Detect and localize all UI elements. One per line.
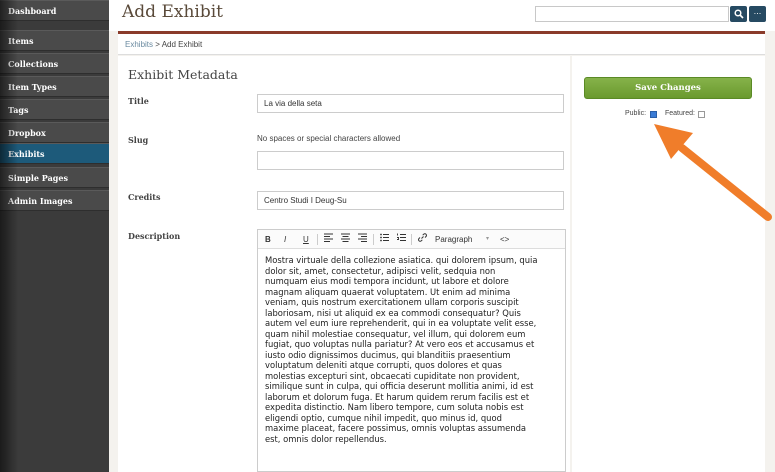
italic-button[interactable]: I [284,233,286,246]
bullet-list-button[interactable] [380,233,389,246]
breadcrumb-current: Add Exhibit [161,40,203,49]
more-options-button[interactable]: ... [749,6,766,22]
breadcrumb-exhibits-link[interactable]: Exhibits [125,40,153,49]
bold-button[interactable]: B [265,233,271,246]
editor-toolbar: B I U Paragraph ▾ <> [258,230,565,249]
sidebar-item-admin-images[interactable]: Admin Images [0,190,109,211]
title-field[interactable]: La via della seta [257,94,564,113]
featured-label: Featured: [665,110,695,117]
save-changes-button[interactable]: Save Changes [584,77,752,99]
align-right-button[interactable] [358,233,367,246]
title-label: Title [128,96,149,106]
description-label: Description [128,231,181,241]
source-code-button[interactable]: <> [500,233,509,246]
credits-field[interactable]: Centro Studi I Deug-Su [257,191,564,210]
link-icon [418,233,427,242]
breadcrumb-separator: > [153,40,162,49]
page-title: Add Exhibit [122,2,223,22]
sidebar-item-items[interactable]: Items [0,30,109,51]
sidebar-item-simple-pages[interactable]: Simple Pages [0,167,109,188]
featured-checkbox[interactable] [698,111,705,118]
slug-label: Slug [128,135,149,145]
numbered-list-icon [397,233,406,241]
credits-label: Credits [128,192,161,202]
bullet-list-icon [380,233,389,242]
search-input[interactable] [535,6,729,22]
public-checkbox[interactable] [650,111,657,118]
search-icon [733,9,744,19]
toolbar-divider [317,234,318,245]
format-select[interactable]: Paragraph [435,233,472,246]
align-left-icon [324,233,333,242]
toolbar-divider [411,234,412,245]
breadcrumb: Exhibits > Add Exhibit [118,34,765,55]
sidebar-item-collections[interactable]: Collections [0,53,109,74]
sidebar-item-dropbox[interactable]: Dropbox [0,122,109,143]
format-select-value: Paragraph [435,235,473,244]
align-center-icon [341,233,350,242]
underline-button[interactable]: U [303,233,309,246]
slug-field[interactable] [257,151,564,170]
align-left-button[interactable] [324,233,333,246]
side-panel [572,56,765,472]
sidebar-item-tags[interactable]: Tags [0,99,109,120]
numbered-list-button[interactable] [397,233,406,246]
public-label: Public: [625,110,647,117]
sidebar-item-item-types[interactable]: Item Types [0,76,109,97]
sidebar-item-exhibits[interactable]: Exhibits [0,143,109,164]
sidebar-item-dashboard[interactable]: Dashboard [0,0,109,21]
description-text[interactable]: Mostra virtuale della collezione asiatic… [265,255,562,444]
description-editor[interactable]: B I U Paragraph ▾ <> Mostra virtuale del… [257,229,566,472]
align-center-button[interactable] [341,233,350,246]
align-right-icon [358,233,367,242]
toolbar-divider [373,234,374,245]
chevron-down-icon: ▾ [486,236,490,242]
section-heading: Exhibit Metadata [128,67,238,82]
search-button[interactable] [730,6,747,22]
slug-hint: No spaces or special characters allowed [257,134,401,143]
link-button[interactable] [418,233,427,246]
